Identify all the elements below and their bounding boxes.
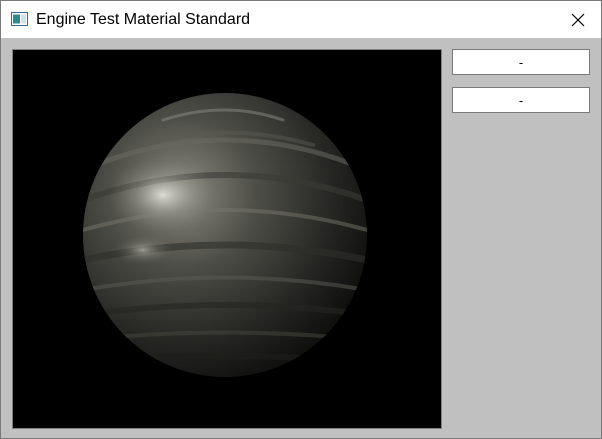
title-bar[interactable]: Engine Test Material Standard: [1, 1, 601, 38]
client-area: - -: [1, 38, 601, 438]
close-icon: [571, 13, 585, 26]
material-sphere: [83, 93, 367, 377]
window-title: Engine Test Material Standard: [36, 11, 251, 28]
app-window: Engine Test Material Standard - -: [0, 0, 602, 439]
side-button-2[interactable]: -: [452, 87, 590, 113]
app-window-icon: [11, 12, 28, 26]
render-viewport[interactable]: [12, 49, 442, 429]
side-button-1[interactable]: -: [452, 49, 590, 75]
close-button[interactable]: [555, 1, 601, 38]
